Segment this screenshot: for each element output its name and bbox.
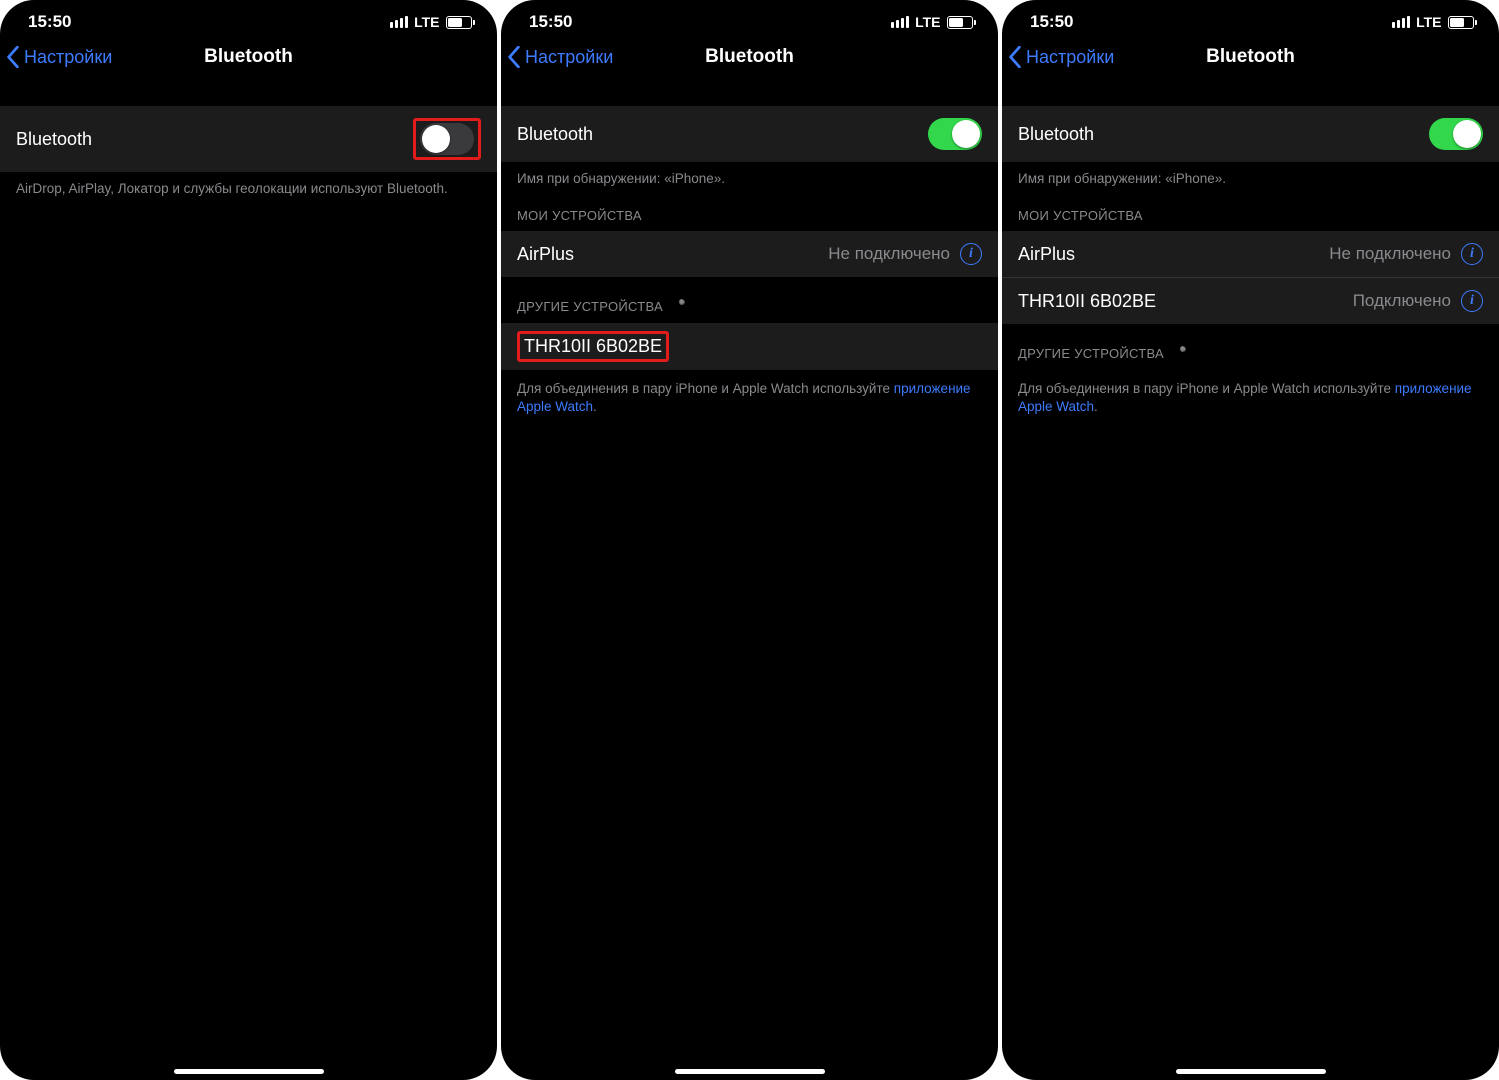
bluetooth-toggle[interactable]: [928, 118, 982, 150]
info-icon[interactable]: [1461, 290, 1483, 312]
info-icon[interactable]: [960, 243, 982, 265]
home-indicator[interactable]: [1176, 1069, 1326, 1074]
bluetooth-toggle[interactable]: [420, 123, 474, 155]
signal-icon: [891, 16, 909, 28]
device-name: THR10II 6B02BE: [1018, 291, 1156, 312]
bluetooth-label: Bluetooth: [517, 124, 593, 145]
screen-3: 15:50 LTE Настройки Bluetooth Bluetooth …: [1002, 0, 1499, 1080]
bluetooth-toggle-row: Bluetooth: [501, 106, 998, 162]
device-row-airplus[interactable]: AirPlus Не подключено: [1002, 231, 1499, 277]
status-net: LTE: [414, 14, 439, 30]
device-name: AirPlus: [1018, 244, 1075, 265]
bluetooth-toggle[interactable]: [1429, 118, 1483, 150]
screen-2: 15:50 LTE Настройки Bluetooth Bluetooth …: [501, 0, 998, 1080]
signal-icon: [1392, 16, 1410, 28]
other-devices-header: ДРУГИЕ УСТРОЙСТВА: [501, 277, 998, 323]
status-time: 15:50: [529, 12, 572, 32]
footer-note: Для объединения в пару iPhone и Apple Wa…: [1002, 370, 1499, 416]
spinner-icon: [673, 297, 691, 315]
back-label: Настройки: [1026, 47, 1114, 68]
nav-bar: Настройки Bluetooth: [501, 36, 998, 82]
device-row-airplus[interactable]: AirPlus Не подключено: [501, 231, 998, 277]
discover-note: Имя при обнаружении: «iPhone».: [501, 162, 998, 188]
status-time: 15:50: [1030, 12, 1073, 32]
discover-note: Имя при обнаружении: «iPhone».: [1002, 162, 1499, 188]
status-net: LTE: [915, 14, 940, 30]
my-devices-header: МОИ УСТРОЙСТВА: [1002, 188, 1499, 231]
screen-1: 15:50 LTE Настройки Bluetooth Bluetooth …: [0, 0, 497, 1080]
signal-icon: [390, 16, 408, 28]
device-name: THR10II 6B02BE: [524, 336, 662, 357]
nav-bar: Настройки Bluetooth: [1002, 36, 1499, 82]
bluetooth-off-note: AirDrop, AirPlay, Локатор и службы геоло…: [0, 172, 497, 198]
chevron-left-icon: [507, 46, 521, 68]
highlight-box: [413, 118, 481, 160]
battery-icon: [1448, 16, 1478, 29]
status-bar: 15:50 LTE: [501, 0, 998, 36]
status-net: LTE: [1416, 14, 1441, 30]
device-row-thr10[interactable]: THR10II 6B02BE Подключено: [1002, 277, 1499, 324]
bluetooth-label: Bluetooth: [16, 129, 92, 150]
back-button[interactable]: Настройки: [507, 46, 613, 68]
other-devices-header: ДРУГИЕ УСТРОЙСТВА: [1002, 324, 1499, 370]
battery-icon: [947, 16, 977, 29]
home-indicator[interactable]: [174, 1069, 324, 1074]
chevron-left-icon: [6, 46, 20, 68]
home-indicator[interactable]: [675, 1069, 825, 1074]
bluetooth-label: Bluetooth: [1018, 124, 1094, 145]
spinner-icon: [1174, 344, 1192, 362]
status-bar: 15:50 LTE: [1002, 0, 1499, 36]
device-status: Подключено: [1353, 291, 1451, 311]
info-icon[interactable]: [1461, 243, 1483, 265]
device-row-thr10[interactable]: THR10II 6B02BE: [501, 323, 998, 370]
nav-bar: Настройки Bluetooth: [0, 36, 497, 82]
back-button[interactable]: Настройки: [6, 46, 112, 68]
chevron-left-icon: [1008, 46, 1022, 68]
back-label: Настройки: [24, 47, 112, 68]
back-label: Настройки: [525, 47, 613, 68]
device-name: AirPlus: [517, 244, 574, 265]
back-button[interactable]: Настройки: [1008, 46, 1114, 68]
highlight-box: THR10II 6B02BE: [517, 331, 669, 362]
battery-icon: [446, 16, 476, 29]
device-status: Не подключено: [828, 244, 950, 264]
my-devices-header: МОИ УСТРОЙСТВА: [501, 188, 998, 231]
device-status: Не подключено: [1329, 244, 1451, 264]
status-bar: 15:50 LTE: [0, 0, 497, 36]
status-time: 15:50: [28, 12, 71, 32]
bluetooth-toggle-row: Bluetooth: [0, 106, 497, 172]
bluetooth-toggle-row: Bluetooth: [1002, 106, 1499, 162]
footer-note: Для объединения в пару iPhone и Apple Wa…: [501, 370, 998, 416]
